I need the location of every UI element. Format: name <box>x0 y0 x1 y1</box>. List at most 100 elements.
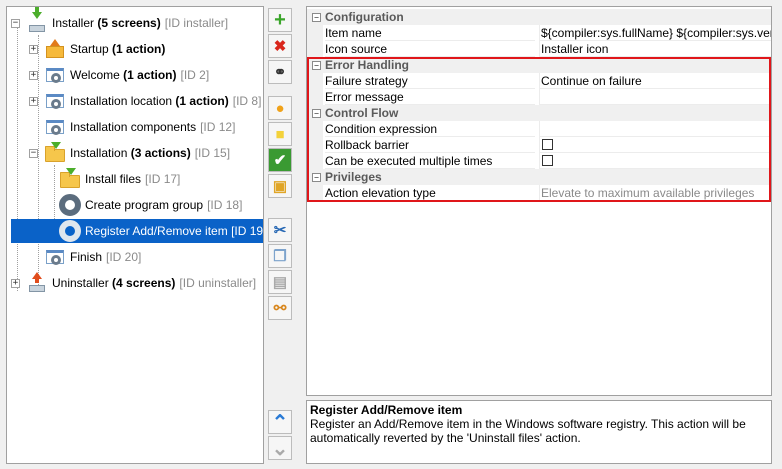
startup-icon <box>44 38 66 60</box>
gear-icon <box>59 194 81 216</box>
collapse-toggle[interactable]: − <box>29 148 38 158</box>
tree-node-id: [ID installer] <box>164 16 229 30</box>
tree-node-register-add-remove-item[interactable]: Register Add/Remove item [ID 19] <box>11 219 263 243</box>
expand-toggle[interactable]: + <box>29 70 38 80</box>
description-title: Register Add/Remove item <box>310 403 463 417</box>
property-action-elevation-type[interactable]: Action elevation type Elevate to maximum… <box>307 185 771 201</box>
rollback-barrier-checkbox[interactable] <box>542 139 553 150</box>
category-configuration[interactable]: − Configuration <box>307 9 771 25</box>
tree-node-count: (3 actions) <box>130 146 191 160</box>
category-control-flow[interactable]: − Control Flow <box>307 105 771 121</box>
enable-button[interactable]: ✔ <box>268 148 292 172</box>
folder-install-icon <box>59 168 81 190</box>
tree-node-label: Create program group <box>85 198 204 212</box>
tree-node-installation-components[interactable]: Installation components [ID 12] <box>44 115 235 139</box>
tree-node-id: [ID 8] <box>232 94 262 108</box>
installer-tree[interactable]: − Installer (5 screens) [ID installer] + … <box>6 6 264 464</box>
tree-node-uninstaller[interactable]: + Uninstaller (4 screens) [ID uninstaller… <box>11 271 256 295</box>
tree-node-id: [ID 18] <box>207 198 243 212</box>
property-condition-expression[interactable]: Condition expression <box>307 121 771 137</box>
tree-node-finish[interactable]: Finish [ID 20] <box>44 245 141 269</box>
category-title: Configuration <box>325 10 404 24</box>
cut-button[interactable]: ✂ <box>268 218 292 242</box>
tree-node-count: (1 action) <box>123 68 177 82</box>
property-rollback-barrier[interactable]: Rollback barrier <box>307 137 771 153</box>
description-text: Register an Add/Remove item in the Windo… <box>310 417 746 445</box>
paste-button[interactable]: ▤ <box>268 270 292 294</box>
property-value[interactable]: Continue on failure <box>539 73 771 89</box>
check-icon: ✔ <box>273 152 287 169</box>
tree-node-count: (1 action) <box>112 42 166 56</box>
category-title: Error Handling <box>325 58 410 72</box>
collapse-toggle[interactable]: − <box>312 173 321 182</box>
property-value[interactable] <box>539 121 771 137</box>
delete-button[interactable]: ✖ <box>268 34 292 58</box>
property-label: Condition expression <box>325 121 535 137</box>
tree-node-label: Installer <box>52 16 98 30</box>
installer-icon <box>26 7 48 34</box>
tree-node-id: [ID 15] <box>194 146 231 160</box>
tree-node-welcome[interactable]: + Welcome (1 action) [ID 2] <box>29 63 209 87</box>
property-label: Error message <box>325 89 535 105</box>
screen-gear-icon <box>44 116 66 138</box>
category-error-handling[interactable]: − Error Handling <box>307 57 771 73</box>
property-label: Item name <box>325 25 535 41</box>
tree-node-count: (5 screens) <box>97 16 161 30</box>
tree-node-create-program-group[interactable]: Create program group [ID 18] <box>59 193 242 217</box>
comment-icon: ● <box>275 99 285 117</box>
note-icon: ■ <box>275 125 285 143</box>
find-button[interactable]: ⚭ <box>268 60 292 84</box>
move-down-button[interactable]: ⌄ <box>268 436 292 460</box>
property-label: Action elevation type <box>325 185 535 201</box>
tree-node-id: [ID 12] <box>200 120 236 134</box>
folder-icon: ▣ <box>272 178 288 195</box>
folder-install-icon <box>44 142 66 164</box>
scissors-icon: ✂ <box>273 222 287 239</box>
property-error-message[interactable]: Error message <box>307 89 771 105</box>
expand-toggle[interactable]: + <box>29 96 38 106</box>
property-item-name[interactable]: Item name ${compiler:sys.fullName} ${com… <box>307 25 771 41</box>
collapse-toggle[interactable]: − <box>312 109 321 118</box>
collapse-toggle[interactable]: − <box>312 61 321 70</box>
multiple-times-checkbox[interactable] <box>542 155 553 166</box>
property-value[interactable]: Installer icon <box>539 41 771 57</box>
tree-node-label: Finish <box>70 250 103 264</box>
property-label: Can be executed multiple times <box>325 153 535 169</box>
screen-gear-icon <box>44 64 66 86</box>
collapse-toggle[interactable]: − <box>11 18 20 28</box>
vertical-toolbar: + ✖ ⚭ ● ■ ✔ ▣ ✂ ❐ ▤ ⚯ ⌃ ⌄ <box>268 6 294 464</box>
link-button[interactable]: ⚯ <box>268 296 292 320</box>
property-value[interactable]: Elevate to maximum available privileges <box>539 185 771 201</box>
tree-node-label: Install files <box>85 172 142 186</box>
property-icon-source[interactable]: Icon source Installer icon <box>307 41 771 57</box>
tree-node-installer[interactable]: − Installer (5 screens) [ID installer] <box>11 7 229 35</box>
tree-node-installation[interactable]: − Installation (3 actions) [ID 15] <box>29 141 230 165</box>
property-failure-strategy[interactable]: Failure strategy Continue on failure <box>307 73 771 89</box>
description-panel: Register Add/Remove item Register an Add… <box>306 400 772 464</box>
property-executed-multiple-times[interactable]: Can be executed multiple times <box>307 153 771 169</box>
expand-toggle[interactable]: + <box>29 44 38 54</box>
copy-button[interactable]: ❐ <box>268 244 292 268</box>
uninstaller-icon <box>26 272 48 294</box>
tree-node-startup[interactable]: + Startup (1 action) <box>29 37 165 61</box>
property-value[interactable]: ${compiler:sys.fullName} ${compiler:sys.… <box>539 25 771 41</box>
screen-gear-icon <box>44 90 66 112</box>
delete-icon: ✖ <box>273 38 287 55</box>
plus-icon: + <box>274 8 286 31</box>
add-button[interactable]: + <box>268 8 292 32</box>
property-value[interactable] <box>539 89 771 105</box>
tree-node-installation-location[interactable]: + Installation location (1 action) [ID 8] <box>29 89 261 113</box>
move-up-button[interactable]: ⌃ <box>268 410 292 434</box>
expand-toggle[interactable]: + <box>11 278 20 288</box>
group-button[interactable]: ▣ <box>268 174 292 198</box>
link-icon: ⚯ <box>273 300 287 317</box>
tree-node-install-files[interactable]: Install files [ID 17] <box>59 167 180 191</box>
note-button[interactable]: ■ <box>268 122 292 146</box>
collapse-toggle[interactable]: − <box>312 13 321 22</box>
tree-connector <box>17 21 18 291</box>
tree-node-label: Installation <box>70 146 131 160</box>
chevron-down-icon: ⌄ <box>271 437 289 460</box>
gear-icon <box>59 220 81 242</box>
comment-button[interactable]: ● <box>268 96 292 120</box>
category-privileges[interactable]: − Privileges <box>307 169 771 185</box>
